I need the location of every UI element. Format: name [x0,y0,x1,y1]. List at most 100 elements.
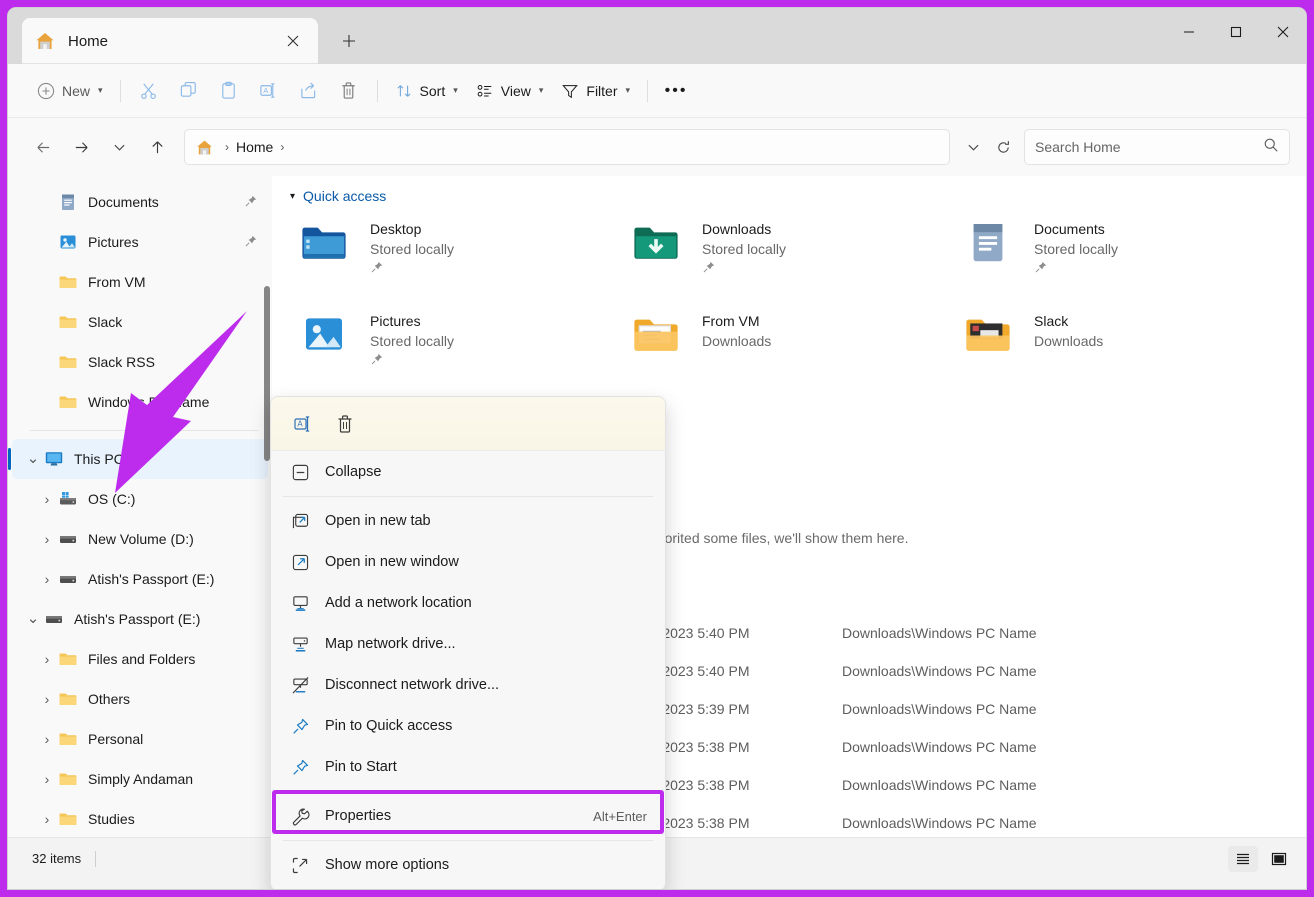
context-menu-item-label: Show more options [325,857,647,873]
quick-access-item[interactable]: PicturesStored locally [300,304,632,388]
quick-access-header[interactable]: ▾ Quick access [272,176,1306,208]
breadcrumb-home[interactable]: Home [236,139,273,155]
address-dropdown-button[interactable] [958,132,988,162]
quick-access-item[interactable]: SlackDownloads [964,304,1296,388]
chevron-right-icon[interactable]: › [36,532,58,546]
list-view-button[interactable] [1228,846,1258,872]
quick-access-item[interactable]: DocumentsStored locally [964,212,1296,296]
new-button-label: New [62,83,90,99]
sidebar-item-slack[interactable]: Slack [12,302,268,342]
pin-icon[interactable] [370,260,454,279]
quick-access-item-name: Desktop [370,220,454,239]
sidebar-item-windows-pc-name[interactable]: Windows PC Name [12,382,268,422]
sidebar-item-studies[interactable]: ›Studies [12,799,268,837]
rename-button[interactable]: A [249,74,289,108]
sidebar-item-files-and-folders[interactable]: ›Files and Folders [12,639,268,679]
minimize-button[interactable] [1165,8,1212,56]
quick-access-item[interactable]: From VMDownloads [632,304,964,388]
chevron-down-icon: ▾ [453,85,458,96]
chevron-right-icon[interactable]: › [36,772,58,786]
sidebar-item-simply-andaman[interactable]: ›Simply Andaman [12,759,268,799]
quick-access-item-text: SlackDownloads [1034,310,1103,352]
context-menu-item-open-in-new-window[interactable]: Open in new window [275,542,661,582]
sidebar-item-personal[interactable]: ›Personal [12,719,268,759]
chevron-right-icon[interactable]: › [36,692,58,706]
sidebar-item-os-c[interactable]: ›OS (C:) [12,479,268,519]
quick-access-item-subtitle: Stored locally [1034,239,1118,260]
folder-icon [58,392,78,412]
forward-button[interactable] [62,130,100,164]
quick-access-item[interactable]: DesktopStored locally [300,212,632,296]
share-button[interactable] [289,74,329,108]
chevron-right-icon[interactable]: › [36,572,58,586]
more-options-button[interactable]: ••• [656,74,696,108]
sidebar-item-others[interactable]: ›Others [12,679,268,719]
chevron-down-icon[interactable]: ⌄ [22,615,44,623]
pin-icon[interactable] [244,234,258,251]
new-tab-button[interactable] [334,27,364,55]
sidebar-item-pictures[interactable]: Pictures [12,222,268,262]
context-menu-item-properties[interactable]: PropertiesAlt+Enter [275,796,661,836]
close-button[interactable] [1259,8,1306,56]
context-menu-item-show-more-options[interactable]: Show more options [275,845,661,885]
plus-circle-icon [37,82,55,100]
context-menu-item-pin-to-start[interactable]: Pin to Start [275,747,661,787]
svg-text:A: A [263,86,269,95]
chevron-right-icon[interactable]: › [36,652,58,666]
maximize-button[interactable] [1212,8,1259,56]
context-menu-item-open-in-new-tab[interactable]: Open in new tab [275,501,661,541]
folder-app-icon [964,310,1020,358]
copy-button[interactable] [169,74,209,108]
back-button[interactable] [24,130,62,164]
up-button[interactable] [138,130,176,164]
search-icon[interactable] [1263,137,1279,158]
chevron-right-icon[interactable]: › [36,732,58,746]
recent-locations-button[interactable] [100,130,138,164]
context-menu-item-map-network-drive[interactable]: Map network drive... [275,624,661,664]
recent-file-path: Downloads\Windows PC Name [842,625,1037,641]
rename-icon[interactable]: A [285,407,321,441]
trash-icon[interactable] [327,407,363,441]
sidebar-item-from-vm[interactable]: From VM [12,262,268,302]
context-menu-item-pin-to-quick-access[interactable]: Pin to Quick access [275,706,661,746]
chevron-right-icon[interactable]: › [36,492,58,506]
tab-close-icon[interactable] [280,28,306,54]
open-new-tab-icon [289,512,311,531]
sidebar-item-atish-s-passport-e[interactable]: ›Atish's Passport (E:) [12,559,268,599]
breadcrumb-separator-2[interactable]: › [273,140,291,154]
delete-button[interactable] [329,74,369,108]
breadcrumb-bar[interactable]: › Home › [184,129,950,165]
search-input[interactable]: Search Home [1024,129,1290,165]
refresh-button[interactable] [988,132,1018,162]
cut-button[interactable] [129,74,169,108]
context-menu[interactable]: A Collapse Open in new tabOpen in new win… [270,396,666,889]
sidebar-item-documents[interactable]: Documents [12,182,268,222]
details-pane-button[interactable] [1264,846,1294,872]
context-menu-item-collapse[interactable]: Collapse [275,452,661,492]
sort-button[interactable]: Sort ▾ [386,74,467,108]
sidebar-item-label: Windows PC Name [88,394,258,410]
view-button[interactable]: View ▾ [467,74,553,108]
context-menu-item-disconnect-network-drive[interactable]: Disconnect network drive... [275,665,661,705]
chevron-down-icon[interactable]: ⌄ [22,455,44,463]
new-button[interactable]: New ▾ [28,74,112,108]
sidebar-item-this-pc[interactable]: ⌄This PC [12,439,268,479]
filter-button[interactable]: Filter ▾ [552,74,639,108]
context-menu-item-label: Collapse [325,464,647,480]
chevron-right-icon[interactable]: › [36,812,58,826]
pin-icon[interactable] [1034,260,1118,279]
navigation-pane[interactable]: DocumentsPicturesFrom VMSlackSlack RSS Wi… [8,176,272,837]
tab-home[interactable]: Home [22,18,318,64]
sidebar-item-slack-rss[interactable]: Slack RSS [12,342,268,382]
sidebar-item-label: New Volume (D:) [88,531,258,547]
sidebar-item-new-volume-d[interactable]: › New Volume (D:) [12,519,268,559]
chevron-down-icon[interactable]: ▾ [290,191,295,202]
sidebar-item-atish-s-passport-e[interactable]: ⌄Atish's Passport (E:) [12,599,268,639]
paste-button[interactable] [209,74,249,108]
pin-icon[interactable] [244,194,258,211]
pin-icon[interactable] [370,352,454,371]
quick-access-item[interactable]: DownloadsStored locally [632,212,964,296]
context-menu-item-add-a-network-location[interactable]: Add a network location [275,583,661,623]
share-icon [299,81,318,100]
pin-icon[interactable] [702,260,786,279]
